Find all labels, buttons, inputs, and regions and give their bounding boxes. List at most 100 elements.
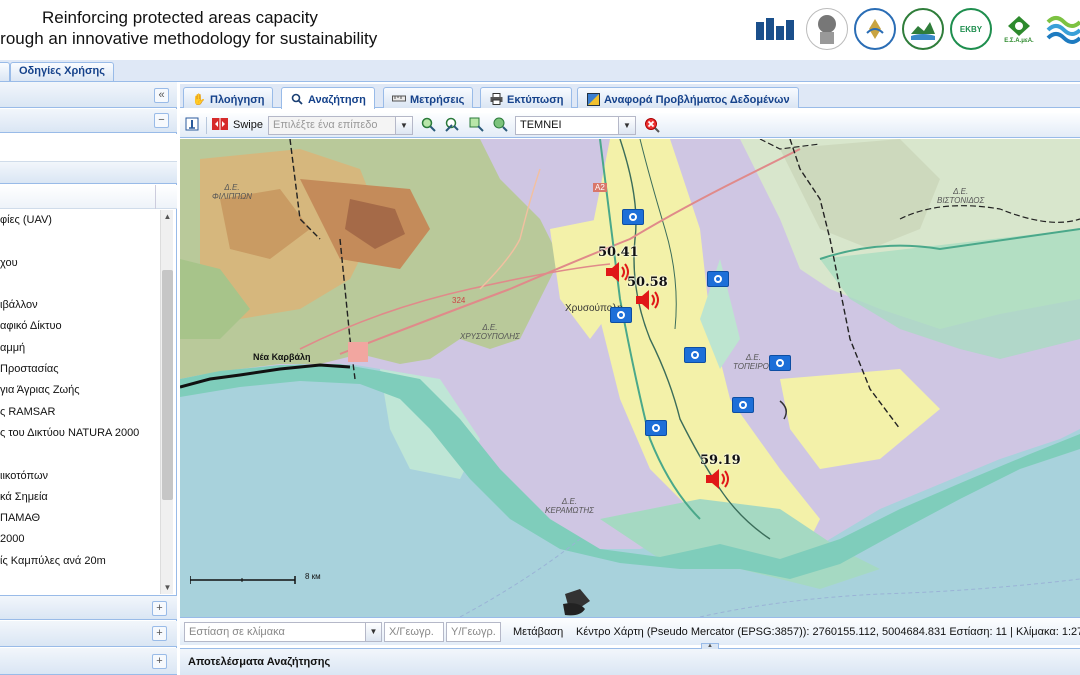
chevron-down-icon[interactable]: ▼ xyxy=(395,117,412,134)
map-status-bar: Εστίαση σε κλίμακα ▼ X/Γεωγρ. Y/Γεωγρ. Μ… xyxy=(180,617,1080,645)
partner-logos: EKBY Ε.Σ.Α.μεΑ. xyxy=(754,4,1080,54)
layer-tree-header xyxy=(0,162,177,184)
layer-item[interactable]: χου xyxy=(0,253,160,274)
eagle-logo xyxy=(854,8,896,50)
expand-results-handle[interactable]: ▲ xyxy=(701,643,719,649)
measurement-label: 59.19 xyxy=(700,453,741,468)
label-de-chrysoupolis: Δ.Ε. ΧΡΥΣΟΥΠΟΛΗΣ xyxy=(460,323,520,341)
collapse-panel-button[interactable]: « xyxy=(154,88,169,103)
esamea-logo: Ε.Σ.Α.μεΑ. xyxy=(998,8,1040,50)
layer-list-scrollbar[interactable]: ▲ ▼ xyxy=(160,210,173,594)
search-icon xyxy=(290,93,304,107)
scroll-down-icon[interactable]: ▼ xyxy=(161,581,174,594)
scale-zoom-select[interactable]: Εστίαση σε κλίμακα ▼ xyxy=(184,622,382,642)
layer-item[interactable] xyxy=(0,231,160,252)
map-center-info: Κέντρο Χάρτη (Pseudo Mercator (EPSG:3857… xyxy=(576,626,1080,638)
expand-section-2-button[interactable]: + xyxy=(152,626,167,641)
y-coordinate-input[interactable]: Y/Γεωγρ. xyxy=(446,622,501,642)
label-a2-road: A2 xyxy=(593,183,607,192)
label-road-324: 324 xyxy=(452,296,466,305)
scale-label: 8 км xyxy=(305,572,321,581)
tab-print[interactable]: Εκτύπωση xyxy=(480,87,573,108)
wave-logo xyxy=(1046,8,1080,50)
camera-icon[interactable] xyxy=(622,209,644,225)
swipe-label[interactable]: Swipe xyxy=(233,119,263,131)
camera-icon[interactable] xyxy=(732,397,754,413)
map-canvas[interactable]: Νέα Καρβάλη Χρυσούπολη Δ.Ε. ΧΡΥΣΟΥΠΟΛΗΣ … xyxy=(180,139,1080,617)
label-nea-karvali: Νέα Καρβάλη xyxy=(253,352,311,362)
measurement-label: 50.41 xyxy=(598,245,639,260)
project-title-line2: through an innovative methodology for su… xyxy=(0,29,378,48)
app-header: Reinforcing protected areas capacity thr… xyxy=(0,0,1080,60)
layer-item[interactable]: κά Σημεία xyxy=(0,487,160,508)
top-tab-user-guide[interactable]: Οδηγίες Χρήσης xyxy=(10,62,114,81)
layer-item[interactable]: αμμή xyxy=(0,338,160,359)
search-results-title: Αποτελέσματα Αναζήτησης xyxy=(188,656,331,668)
layer-item[interactable]: Προστασίας xyxy=(0,359,160,380)
layer-item[interactable]: ς του Δικτύου NATURA 2000 xyxy=(0,423,160,444)
layer-item[interactable]: 2000 xyxy=(0,529,160,550)
speaker-icon[interactable] xyxy=(634,289,662,311)
collapsed-section-1[interactable]: + xyxy=(0,595,177,620)
chevron-down-icon[interactable]: ▼ xyxy=(365,623,381,641)
municipality-logo xyxy=(902,8,944,50)
layer-item[interactable]: ΠΑΜΑΘ xyxy=(0,508,160,529)
speaker-icon[interactable] xyxy=(704,468,732,490)
ekby-logo: EKBY xyxy=(950,8,992,50)
zoom-circle-icon[interactable] xyxy=(493,117,509,133)
layer-item[interactable] xyxy=(0,444,160,465)
layer-item[interactable]: ιβάλλον xyxy=(0,295,160,316)
chevron-down-icon[interactable]: ▼ xyxy=(618,117,635,134)
tab-measurements[interactable]: Μετρήσεις xyxy=(383,87,474,108)
layer-tree-spacer xyxy=(0,134,177,162)
tab-navigation[interactable]: ✋ Πλοήγηση xyxy=(183,87,274,108)
label-de-keramotis: Δ.Ε. ΚΕΡΑΜΩΤΗΣ xyxy=(545,497,594,515)
zoom-line-icon[interactable] xyxy=(444,117,460,133)
camera-icon[interactable] xyxy=(684,347,706,363)
layer-item[interactable] xyxy=(0,274,160,295)
tab-search[interactable]: Αναζήτηση xyxy=(281,87,375,109)
identify-icon[interactable] xyxy=(184,117,200,133)
clear-search-icon[interactable] xyxy=(644,117,660,133)
top-tab-bar: Οδηγίες Χρήσης xyxy=(0,60,1080,82)
scroll-up-icon[interactable]: ▲ xyxy=(161,210,174,223)
layer-select-combo[interactable]: Επιλέξτε ένα επίπεδο ▼ xyxy=(268,116,413,135)
label-de-filippon: Δ.Ε. ΦΙΛΙΠΠΩΝ xyxy=(212,183,252,201)
camera-icon[interactable] xyxy=(769,355,791,371)
panel-header: « xyxy=(0,82,177,108)
camera-icon[interactable] xyxy=(707,271,729,287)
collapsed-section-3[interactable]: + xyxy=(0,648,177,675)
expand-section-3-button[interactable]: + xyxy=(152,654,167,669)
project-title-line1: Reinforcing protected areas capacity xyxy=(42,8,318,27)
project-title: Reinforcing protected areas capacity thr… xyxy=(0,7,420,49)
layer-item[interactable]: αφικό Δίκτυο xyxy=(0,316,160,337)
zoom-select-icon[interactable] xyxy=(421,117,437,133)
camera-icon[interactable] xyxy=(645,420,667,436)
top-tab-main[interactable] xyxy=(0,62,10,81)
layer-item[interactable]: για Άγριας Ζωής xyxy=(0,380,160,401)
search-toolbar: Swipe Επιλέξτε ένα επίπεδο ▼ ΤΕΜΝΕΙ ▼ xyxy=(180,113,1080,138)
map-tool-tabs: ✋ Πλοήγηση Αναζήτηση Μετρήσεις Εκτύπωση … xyxy=(180,84,1080,109)
layer-group-header: − xyxy=(0,109,177,133)
report-icon xyxy=(586,92,600,107)
camera-icon[interactable] xyxy=(610,307,632,323)
layer-item[interactable]: ίς Καμπύλες ανά 20m xyxy=(0,551,160,572)
duth-logo xyxy=(806,8,848,50)
goto-button[interactable]: Μετάβαση xyxy=(513,626,563,638)
swipe-icon[interactable] xyxy=(212,117,228,133)
search-results-panel[interactable]: ▲ Αποτελέσματα Αναζήτησης xyxy=(180,643,1080,675)
layer-item[interactable]: ς RAMSAR xyxy=(0,402,160,423)
x-coordinate-input[interactable]: X/Γεωγρ. xyxy=(384,622,444,642)
collapsed-section-2[interactable]: + xyxy=(0,621,177,647)
spatial-operator-combo[interactable]: ΤΕΜΝΕΙ ▼ xyxy=(515,116,636,135)
layer-item[interactable]: φίες (UAV) xyxy=(0,210,160,231)
zoom-box-icon[interactable] xyxy=(469,117,485,133)
emii-logo xyxy=(754,14,800,44)
label-de-vistonidos: Δ.Ε. ΒΙΣΤΟΝΙΔΟΣ xyxy=(937,187,985,205)
tab-data-problem-report[interactable]: Αναφορά Προβλήματος Δεδομένων xyxy=(577,87,799,108)
collapse-group-button[interactable]: − xyxy=(154,113,169,128)
scroll-thumb[interactable] xyxy=(162,270,173,500)
expand-section-1-button[interactable]: + xyxy=(152,601,167,616)
layer-item[interactable]: ιικοτόπων xyxy=(0,466,160,487)
layers-panel: « − φίες (UAV) χου ιβάλλον αφικό Δίκτυο αμμή… xyxy=(0,82,177,675)
